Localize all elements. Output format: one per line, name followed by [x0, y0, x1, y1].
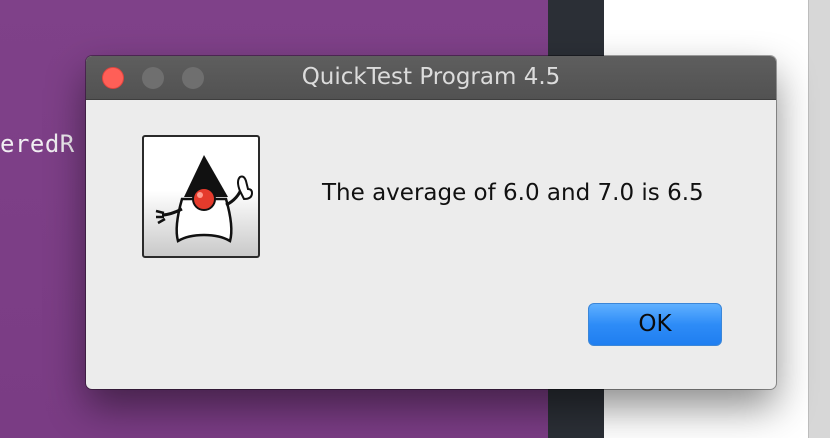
scrollbar-track[interactable]	[808, 0, 830, 438]
java-duke-icon	[142, 135, 260, 258]
dialog-title: QuickTest Program 4.5	[301, 64, 561, 90]
message-dialog: QuickTest Program 4.5 The average of 6.0…	[86, 56, 776, 389]
title-bar[interactable]: QuickTest Program 4.5	[86, 56, 776, 100]
dialog-message: The average of 6.0 and 7.0 is 6.5	[322, 180, 704, 206]
code-fragment: eredR	[0, 130, 75, 158]
ok-button[interactable]: OK	[588, 303, 722, 346]
